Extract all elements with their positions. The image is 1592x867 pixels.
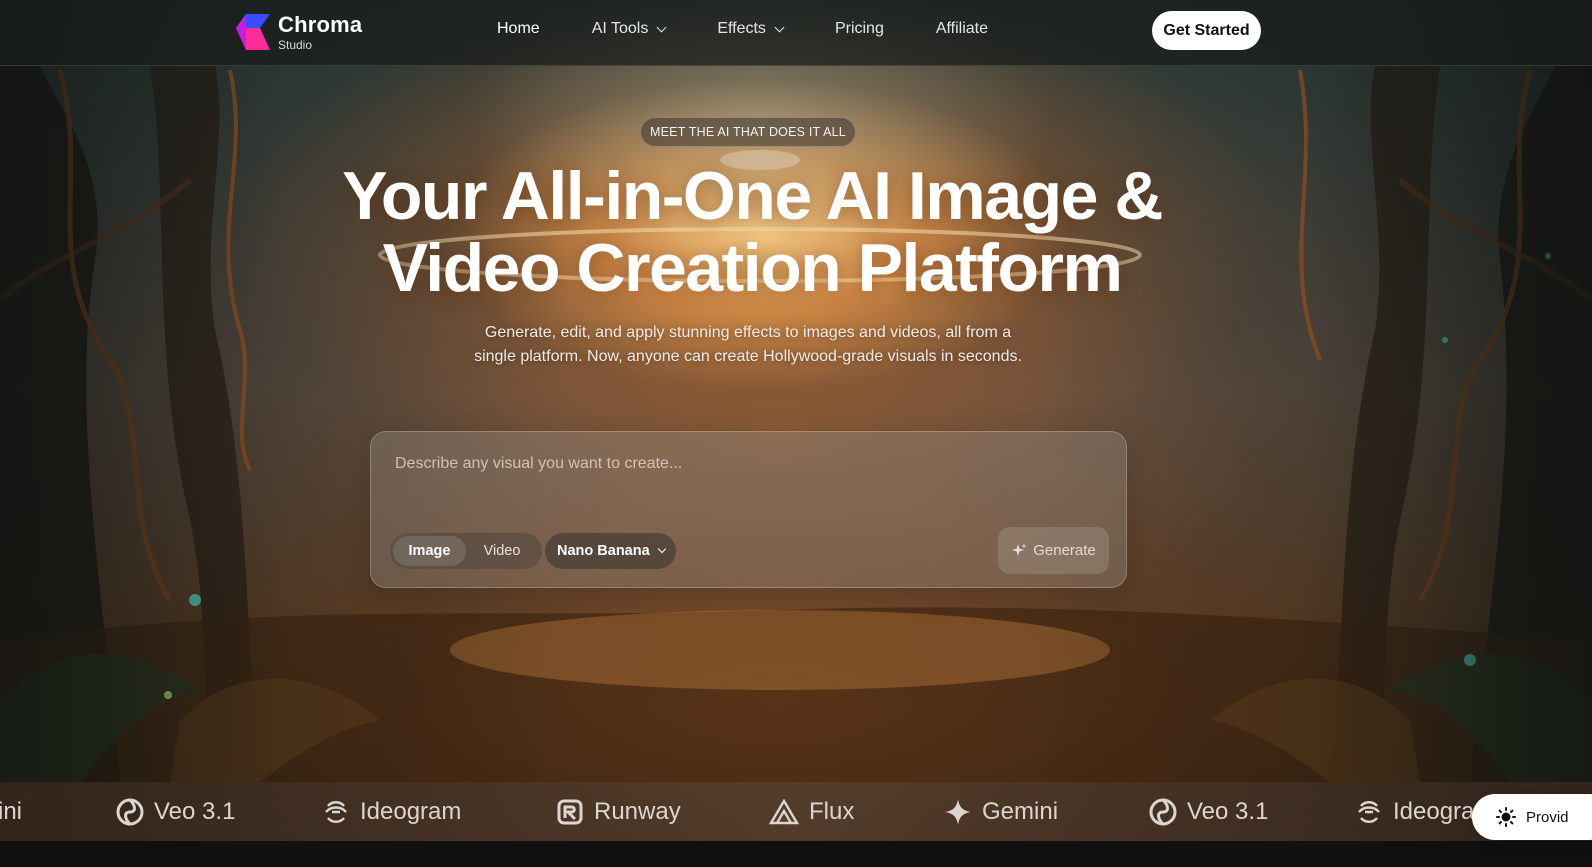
prompt-input[interactable] (395, 450, 1095, 478)
brand-label: Veo 3.1 (1187, 797, 1269, 825)
brand-label: Flux (809, 797, 855, 825)
model-logo-strip: ini Veo 3.1 Ideogram Runway Flux Gemini (0, 782, 1592, 841)
mode-image-button[interactable]: Image (393, 536, 466, 566)
generate-button[interactable]: Generate (998, 527, 1109, 574)
brand-label: Runway (594, 797, 681, 825)
brand-name: Chroma (278, 11, 363, 37)
sparkle-icon (1012, 543, 1027, 556)
top-navigation: Chroma Studio Home AI Tools Effects Pric… (0, 0, 1592, 66)
brand-veo: Veo 3.1 (116, 782, 235, 841)
brand-ideogram: Ideogram (322, 782, 461, 841)
mode-video-button[interactable]: Video (466, 536, 538, 566)
brand-label: Ideogra (1393, 797, 1475, 825)
model-select-value: Nano Banana (557, 543, 650, 559)
flux-logo-icon (769, 798, 799, 824)
brand-flux: Flux (769, 782, 854, 841)
brand-ideogram-repeat: Ideogra (1355, 782, 1474, 841)
brand-gemini: Gemini (944, 782, 1058, 841)
nav-ai-tools[interactable]: AI Tools (591, 20, 667, 38)
ideogram-logo-icon (325, 800, 347, 823)
ideogram-logo-icon (1358, 800, 1380, 823)
nav-home-label: Home (497, 20, 540, 37)
brand-label: Gemini (982, 797, 1059, 825)
nav-home[interactable]: Home (497, 20, 540, 38)
hero-badge: MEET THE AI THAT DOES IT ALL (640, 117, 856, 147)
brand-label: Ideogram (360, 797, 462, 825)
gemini-logo-icon (945, 798, 971, 825)
chevron-down-icon (656, 22, 667, 32)
provider-button[interactable]: Provid (1472, 794, 1592, 840)
mode-toggle: Image Video (390, 533, 542, 569)
chevron-down-icon (774, 22, 785, 32)
main-nav: Home AI Tools Effects Pricing Affiliate (497, 20, 1040, 38)
page-footer-band (0, 841, 1592, 867)
model-select[interactable]: Nano Banana (545, 533, 676, 569)
sun-icon (1496, 807, 1516, 827)
chroma-logo-icon (236, 14, 270, 50)
nav-pricing[interactable]: Pricing (835, 20, 884, 38)
hero-title-line2: Video Creation Platform (382, 230, 1123, 306)
brand-runway: Runway (556, 782, 681, 841)
nav-effects-label: Effects (717, 20, 766, 37)
chevron-down-icon (657, 544, 666, 554)
veo-logo-icon (116, 798, 144, 825)
brand-gemini-partial: ini (0, 782, 22, 841)
nav-effects[interactable]: Effects (717, 20, 785, 38)
nav-pricing-label: Pricing (834, 20, 884, 37)
hero-title: Your All-in-One AI Image & Video Creatio… (296, 160, 1208, 304)
generate-label: Generate (1033, 542, 1096, 559)
nav-affiliate-label: Affiliate (935, 20, 989, 37)
hero-title-line1: Your All-in-One AI Image & (342, 158, 1163, 234)
brand-label: Veo 3.1 (154, 797, 236, 825)
get-started-button[interactable]: Get Started (1152, 11, 1261, 50)
runway-logo-icon (557, 799, 583, 824)
hero-subtitle: Generate, edit, and apply stunning effec… (474, 324, 1022, 365)
nav-affiliate[interactable]: Affiliate (936, 20, 988, 38)
brand-label: ini (0, 797, 23, 825)
brand-logo[interactable]: Chroma Studio (236, 12, 362, 52)
provider-label: Provid (1526, 808, 1569, 826)
brand-veo-repeat: Veo 3.1 (1149, 782, 1268, 841)
brand-sub: Studio (278, 37, 313, 52)
veo-logo-icon (1149, 798, 1177, 825)
nav-ai-tools-label: AI Tools (591, 20, 649, 37)
prompt-card: Image Video Nano Banana Generate (370, 431, 1127, 588)
